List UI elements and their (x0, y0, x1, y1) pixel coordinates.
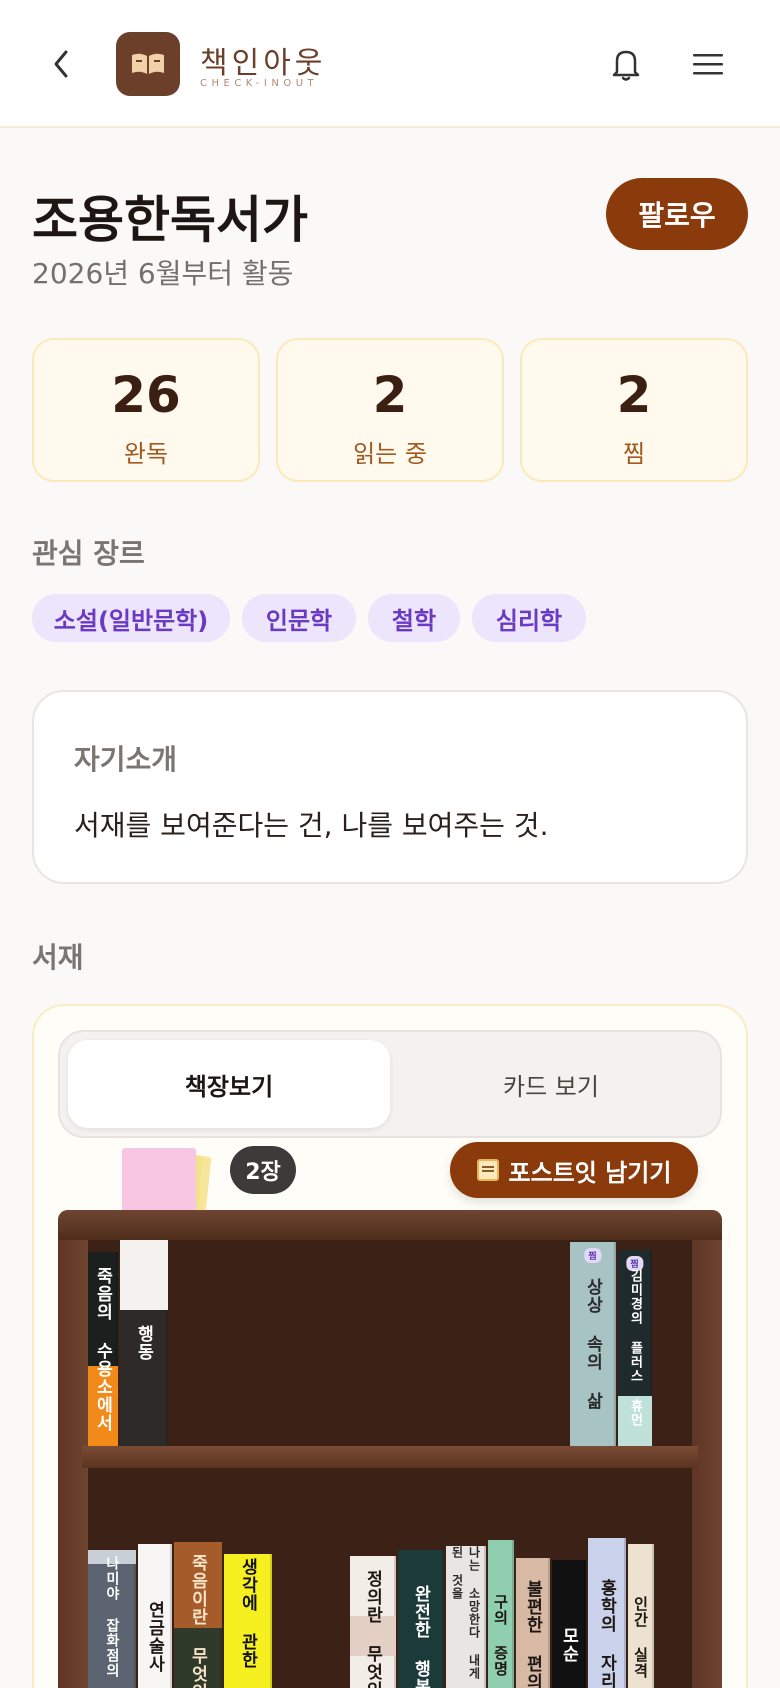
genre-chip[interactable]: 심리학 (472, 594, 586, 642)
logo-subtitle: CHECK-INOUT (200, 78, 319, 89)
stat-label: 읽는 중 (353, 440, 427, 468)
wishlist-tag: 찜 (584, 1248, 602, 1263)
book-title: 상상 속의 삶 (582, 1278, 603, 1410)
book-title: 죽음의 수용소에서 (92, 1266, 113, 1432)
book-spine[interactable]: 정의란 무엇인가 (350, 1556, 396, 1688)
book-title: 완전한 행복 (410, 1584, 431, 1688)
notification-button[interactable] (608, 44, 644, 84)
hamburger-menu-icon (693, 54, 723, 75)
book-title: 연금술사 (144, 1601, 165, 1673)
stat-label: 완독 (123, 440, 169, 468)
book-spine[interactable]: 죽음이란 무엇인가 (174, 1542, 222, 1688)
book-spine[interactable]: 구의 증명 (488, 1540, 514, 1688)
logo[interactable] (116, 32, 180, 96)
book-spine[interactable]: 나미야 잡화점의 기적 (88, 1550, 136, 1688)
genre-chip[interactable]: 철학 (368, 594, 460, 642)
genres-title: 관심 장르 (32, 537, 145, 570)
book-spine[interactable]: 모순 (552, 1560, 586, 1688)
shelf-board (82, 1446, 698, 1468)
intro-text: 서재를 보여준다는 건, 나를 보여주는 것. (74, 809, 549, 842)
book-spine[interactable]: 인간 실격 (628, 1544, 654, 1688)
book-title: 구의 증명 (491, 1593, 510, 1677)
book-title: 모순 (558, 1627, 579, 1663)
profile-name: 조용한독서가 (32, 191, 308, 249)
book-title: 죽음이란 무엇인가 (187, 1553, 208, 1688)
leave-postit-label: 포스트잇 남기기 (508, 1158, 672, 1187)
book-spine[interactable]: 홍학의 자리 (588, 1538, 626, 1688)
book-spine[interactable]: 생각에 관한 생각 (224, 1554, 272, 1688)
book-title: 홍학의 자리 (596, 1578, 617, 1688)
tab-shelf-view[interactable]: 책장보기 (68, 1040, 390, 1128)
book-title: 나미야 잡화점의 기적 (104, 1555, 120, 1688)
book-title: 생각에 관한 생각 (237, 1558, 258, 1688)
intro-card: 자기소개 서재를 보여준다는 건, 나를 보여주는 것. (32, 690, 748, 884)
stat-value: 2 (372, 366, 408, 424)
app-header: 책인아웃 CHECK-INOUT (0, 0, 780, 128)
shelf-top-rail (58, 1210, 722, 1240)
book-icon (132, 53, 164, 74)
book-title: 김미경의 플러스 휴먼 (627, 1269, 643, 1427)
tab-card-view[interactable]: 카드 보기 (390, 1040, 712, 1128)
bell-icon (612, 50, 640, 81)
book-spine[interactable]: 행동 (120, 1240, 168, 1446)
book-spine[interactable]: 불편한 편의점 (516, 1558, 550, 1688)
book-title: 인간 실격 (631, 1595, 650, 1679)
book-spine[interactable]: 찜 김미경의 플러스 휴먼 (618, 1250, 652, 1446)
follow-button[interactable]: 팔로우 (606, 178, 748, 250)
chevron-left-icon (54, 50, 68, 78)
book-spine[interactable]: 찜 상상 속의 삶 (570, 1242, 616, 1446)
view-toggle: 책장보기 카드 보기 (58, 1030, 722, 1138)
profile-since: 2026년 6월부터 활동 (32, 257, 294, 290)
book-title: 나는 소망한다 내게 금지된 것을 (450, 1546, 481, 1688)
genre-chip[interactable]: 인문학 (242, 594, 356, 642)
stat-value: 26 (111, 366, 181, 424)
library-title: 서재 (32, 941, 84, 974)
shelf-row-2: 나미야 잡화점의 기적 연금술사 죽음이란 무엇인가 생각에 관한 생각 정의란… (88, 1468, 692, 1688)
stat-label: 찜 (622, 440, 646, 468)
leave-postit-button[interactable]: 포스트잇 남기기 (450, 1142, 698, 1198)
book-band (120, 1240, 168, 1310)
logo-title: 책인아웃 (200, 46, 327, 81)
book-spine[interactable]: 연금술사 (138, 1544, 172, 1688)
bookshelf: 죽음의 수용소에서 행동 찜 상상 속의 삶 찜 김미경의 플러스 휴먼 나미야… (58, 1210, 722, 1688)
back-button[interactable] (44, 44, 80, 84)
postit-count-badge: 2장 (230, 1146, 296, 1194)
stat-reading[interactable]: 2 읽는 중 (276, 338, 504, 482)
book-spine[interactable]: 나는 소망한다 내게 금지된 것을 (446, 1546, 486, 1688)
shelf-row-1: 죽음의 수용소에서 행동 찜 상상 속의 삶 찜 김미경의 플러스 휴먼 (88, 1240, 692, 1446)
menu-button[interactable] (690, 48, 726, 80)
book-title: 행동 (133, 1325, 154, 1361)
stat-wishlist[interactable]: 2 찜 (520, 338, 748, 482)
genre-chip[interactable]: 소설(일반문학) (32, 594, 230, 642)
book-title: 불편한 편의점 (522, 1579, 543, 1688)
stat-value: 2 (616, 366, 652, 424)
book-spine[interactable]: 죽음의 수용소에서 (88, 1252, 118, 1446)
book-title: 정의란 무엇인가 (362, 1569, 383, 1688)
stat-completed[interactable]: 26 완독 (32, 338, 260, 482)
intro-title: 자기소개 (74, 743, 178, 776)
book-spine[interactable]: 완전한 행복 (398, 1550, 444, 1688)
memo-icon (476, 1159, 499, 1181)
